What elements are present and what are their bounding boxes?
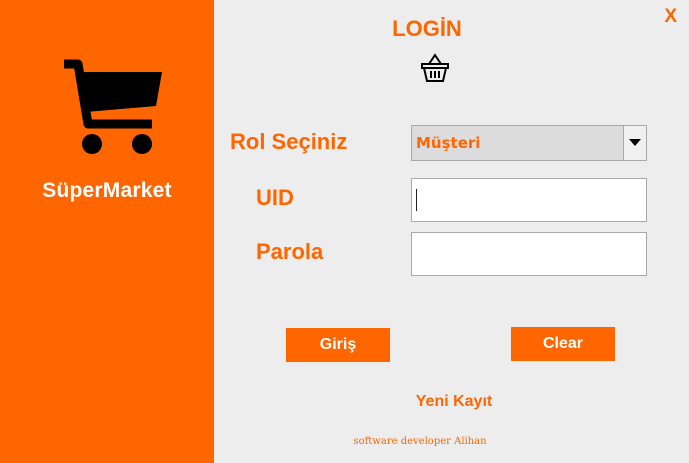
page-title: LOGİN — [392, 16, 462, 41]
uid-label: UID — [256, 185, 294, 210]
shopping-cart-icon — [64, 59, 162, 154]
role-select-value: Müşteri — [416, 134, 481, 152]
login-button[interactable]: Giriş — [286, 328, 390, 362]
text-caret — [416, 189, 417, 211]
developer-credit: software developer Alihan — [353, 436, 487, 447]
clear-button[interactable]: Clear — [511, 327, 615, 361]
uid-input[interactable] — [411, 178, 647, 222]
role-label: Rol Seçiniz — [230, 129, 348, 154]
basket-icon — [421, 53, 449, 82]
close-button[interactable]: X — [664, 6, 677, 28]
role-select[interactable]: Müşteri — [411, 125, 647, 161]
sidebar-panel: SüperMarket — [0, 0, 214, 463]
brand-name: SüperMarket — [42, 179, 172, 202]
password-label: Parola — [256, 239, 324, 264]
register-link[interactable]: Yeni Kayıt — [396, 393, 512, 411]
password-input[interactable] — [411, 232, 647, 276]
chevron-down-icon[interactable] — [623, 126, 646, 160]
